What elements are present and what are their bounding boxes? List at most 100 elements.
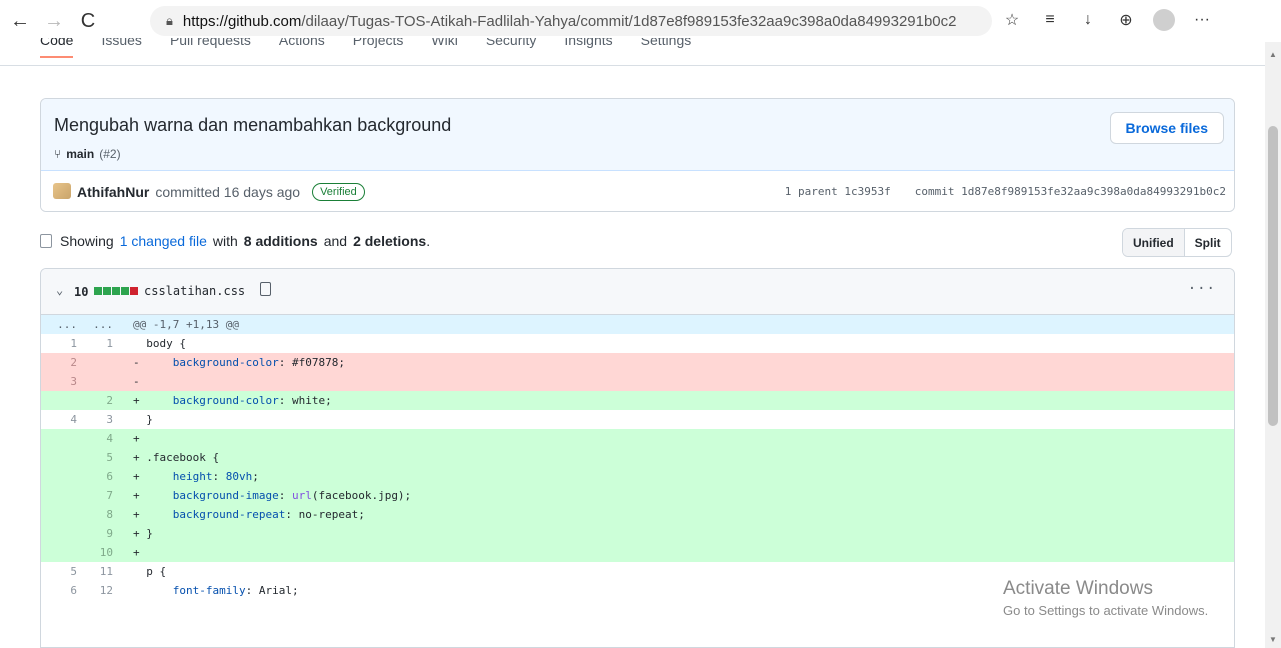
diff-line: 2 - background-color: #f07878; <box>41 353 1234 372</box>
new-line-number[interactable]: 11 <box>85 562 117 581</box>
deletions-count: 2 deletions <box>353 233 427 249</box>
back-button[interactable]: ← <box>6 7 34 35</box>
new-line-number[interactable] <box>85 372 117 391</box>
scroll-thumb[interactable] <box>1268 126 1278 426</box>
old-line-number[interactable] <box>41 505 85 524</box>
diff-code: - background-color: #f07878; <box>117 353 1234 372</box>
period: . <box>426 233 431 249</box>
author-name[interactable]: AthifahNur <box>77 184 149 200</box>
old-line-number[interactable]: 3 <box>41 372 85 391</box>
old-line-number[interactable] <box>41 543 85 562</box>
diff-line: 11 body { <box>41 334 1234 353</box>
new-line-number[interactable]: 8 <box>85 505 117 524</box>
diffstat-add-block <box>112 287 120 295</box>
changed-files-link[interactable]: 1 changed file <box>120 233 207 249</box>
old-line-number[interactable]: 6 <box>41 581 85 600</box>
diff-code: + <box>117 429 1234 448</box>
old-line-number[interactable] <box>41 486 85 505</box>
diff-code: + background-color: white; <box>117 391 1234 410</box>
with-label: with <box>212 233 238 249</box>
repo-nav: Code Issues Pull requests Actions Projects Wi… <box>0 38 1265 66</box>
diffstat-add-block <box>103 287 111 295</box>
watermark-subtitle: Go to Settings to activate Windows. <box>1003 603 1209 618</box>
old-line-number[interactable]: 4 <box>41 410 85 429</box>
chevron-down-icon[interactable]: ⌄ <box>56 283 63 297</box>
commit-meta: AthifahNur committed 16 days ago Verifie… <box>41 171 1234 211</box>
reload-button[interactable]: C <box>74 7 102 35</box>
old-line-number[interactable] <box>41 391 85 410</box>
new-line-number[interactable]: 4 <box>85 429 117 448</box>
author-avatar[interactable] <box>53 183 71 199</box>
parent-sha[interactable]: 1 parent 1c3953f <box>785 185 891 198</box>
watermark-title: Activate Windows <box>1003 578 1153 599</box>
repo-tab-issues[interactable]: Issues <box>101 38 141 58</box>
url-path: /dilaay/Tugas-TOS-Atikah-Fadlilah-Yahya/… <box>301 12 957 30</box>
old-line-number[interactable] <box>41 448 85 467</box>
diff-line: 4 + <box>41 429 1234 448</box>
favorite-star-icon[interactable]: ☆ <box>1000 6 1024 34</box>
verified-badge[interactable]: Verified <box>312 183 365 201</box>
diff-line: 9 + } <box>41 524 1234 543</box>
copy-path-icon[interactable] <box>260 282 271 296</box>
branch-name[interactable]: main <box>66 147 94 161</box>
file-menu-button[interactable]: ··· <box>1188 281 1216 297</box>
new-line-number[interactable]: 10 <box>85 543 117 562</box>
diff-code: + background-repeat: no-repeat; <box>117 505 1234 524</box>
diff-line: 2 + background-color: white; <box>41 391 1234 410</box>
file-header: ⌄ 10 csslatihan.css ··· <box>41 269 1234 315</box>
favorites-list-icon[interactable]: ≡ <box>1038 6 1062 34</box>
repo-tab-settings[interactable]: Settings <box>641 38 692 58</box>
additions-count: 8 additions <box>243 233 318 249</box>
page-scrollbar[interactable]: ▲ ▼ <box>1265 42 1281 648</box>
diff-line: 3- <box>41 372 1234 391</box>
downloads-icon[interactable]: ↓ <box>1076 6 1100 34</box>
browser-toolbar: ← → C 🔒︎ https://github.com/dilaay/Tugas… <box>0 0 1281 42</box>
repo-tab-code[interactable]: Code <box>40 38 74 58</box>
old-line-number[interactable]: 2 <box>41 353 85 372</box>
repo-tab-insights[interactable]: Insights <box>564 38 612 58</box>
diffstat-add-block <box>94 287 102 295</box>
diff-code: + height: 80vh; <box>117 467 1234 486</box>
new-line-number[interactable]: 9 <box>85 524 117 543</box>
diff-view-toggle: Unified Split <box>1122 228 1232 257</box>
new-line-number[interactable]: 6 <box>85 467 117 486</box>
old-line-number[interactable] <box>41 429 85 448</box>
commit-header: Mengubah warna dan menambahkan backgroun… <box>41 99 1234 171</box>
old-line-number[interactable] <box>41 524 85 543</box>
new-line-number[interactable]: 7 <box>85 486 117 505</box>
diff-line: 10 + <box>41 543 1234 562</box>
new-line-number[interactable]: ... <box>85 315 117 334</box>
file-name[interactable]: csslatihan.css <box>144 284 245 298</box>
new-line-number[interactable]: 1 <box>85 334 117 353</box>
address-bar[interactable]: 🔒︎ https://github.com/dilaay/Tugas-TOS-A… <box>150 6 992 36</box>
browser-menu-button[interactable]: ··· <box>1190 6 1214 34</box>
new-line-number[interactable]: 5 <box>85 448 117 467</box>
new-line-number[interactable]: 12 <box>85 581 117 600</box>
unified-button[interactable]: Unified <box>1123 229 1185 256</box>
old-line-number[interactable]: 5 <box>41 562 85 581</box>
repo-tab-pull-requests[interactable]: Pull requests <box>170 38 251 58</box>
repo-tab-wiki[interactable]: Wiki <box>431 38 457 58</box>
new-line-number[interactable]: 2 <box>85 391 117 410</box>
url-host: https://github.com <box>182 12 302 30</box>
diff-line: 6 + height: 80vh; <box>41 467 1234 486</box>
repo-tab-actions[interactable]: Actions <box>279 38 325 58</box>
repo-tab-projects[interactable]: Projects <box>353 38 404 58</box>
new-line-number[interactable]: 3 <box>85 410 117 429</box>
repo-tab-security[interactable]: Security <box>486 38 537 58</box>
diff-code: } <box>133 413 153 426</box>
old-line-number[interactable]: ... <box>41 315 85 334</box>
forward-button[interactable]: → <box>40 7 68 35</box>
collections-icon[interactable]: ⊕ <box>1114 6 1138 34</box>
diff-code: + <box>117 543 1234 562</box>
scroll-down-icon[interactable]: ▼ <box>1269 635 1277 644</box>
branch-icon: ⑂ <box>54 147 62 161</box>
old-line-number[interactable] <box>41 467 85 486</box>
pr-link[interactable]: (#2) <box>99 147 120 161</box>
old-line-number[interactable]: 1 <box>41 334 85 353</box>
profile-avatar[interactable] <box>1152 6 1176 34</box>
split-button[interactable]: Split <box>1185 229 1231 256</box>
scroll-up-icon[interactable]: ▲ <box>1269 50 1277 59</box>
new-line-number[interactable] <box>85 353 117 372</box>
browse-files-button[interactable]: Browse files <box>1109 112 1224 144</box>
